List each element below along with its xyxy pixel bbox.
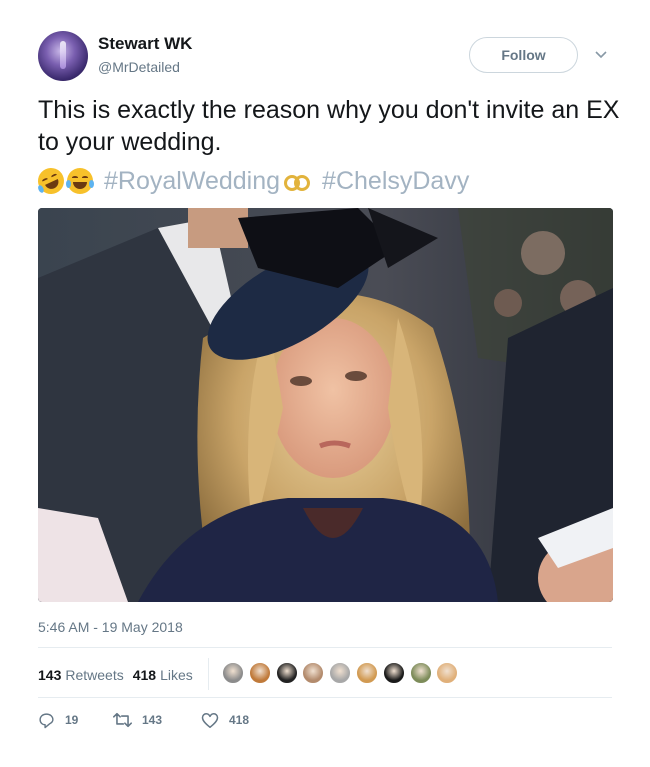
tweet-timestamp[interactable]: 5:46 AM - 19 May 2018 [38, 619, 183, 635]
avatar[interactable] [38, 31, 88, 81]
tweet-stats: 143 Retweets 418 Likes [38, 664, 202, 686]
hashtag-link[interactable]: #ChelsyDavy [322, 167, 469, 196]
retweet-action[interactable]: 143 [113, 712, 201, 728]
likes-count: 418 [132, 667, 157, 683]
rolling-laughing-emoji-icon [33, 163, 69, 199]
tears-of-joy-emoji-icon [66, 168, 94, 194]
follow-button[interactable]: Follow [469, 37, 578, 73]
liker-avatar[interactable] [355, 662, 378, 684]
liker-avatars [222, 662, 463, 684]
retweets-label: Retweets [65, 667, 124, 683]
likes-label: Likes [160, 667, 193, 683]
liker-avatar[interactable] [382, 662, 405, 684]
like-action[interactable]: 418 [201, 712, 249, 729]
heart-icon [201, 712, 219, 728]
reply-icon [39, 712, 54, 728]
user-handle[interactable]: @MrDetailed [98, 59, 180, 75]
divider [38, 697, 612, 698]
hashtag-link[interactable]: #RoyalWedding [104, 167, 280, 196]
rings-emoji-icon [282, 168, 314, 194]
retweets-count: 143 [38, 667, 62, 683]
chevron-down-icon[interactable] [592, 46, 610, 64]
reply-action[interactable]: 19 [38, 712, 113, 729]
liker-avatar[interactable] [248, 662, 271, 684]
divider [38, 647, 612, 648]
like-count: 418 [229, 713, 250, 727]
tweet-text: This is exactly the reason why you don't… [38, 96, 620, 156]
likes-stat[interactable]: 418 Likes [133, 667, 193, 683]
divider [208, 658, 209, 690]
liker-avatar[interactable] [275, 662, 298, 684]
liker-avatar[interactable] [436, 662, 459, 684]
liker-avatar[interactable] [409, 662, 432, 684]
liker-avatar[interactable] [329, 662, 352, 684]
tweet-hashtag-line: #RoyalWedding #ChelsyDavy [33, 163, 469, 199]
display-name[interactable]: Stewart WK [98, 34, 192, 54]
reply-count: 19 [65, 713, 79, 727]
liker-avatar[interactable] [222, 662, 244, 684]
tweet-photo[interactable] [38, 208, 613, 602]
tweet-actions: 19 143 418 [38, 709, 249, 731]
liker-avatar[interactable] [302, 662, 325, 684]
tweet-card: Stewart WK @MrDetailed Follow This is ex… [0, 0, 650, 767]
retweet-icon [113, 712, 132, 728]
retweets-stat[interactable]: 143 Retweets [38, 667, 124, 683]
retweet-count: 143 [142, 713, 163, 727]
